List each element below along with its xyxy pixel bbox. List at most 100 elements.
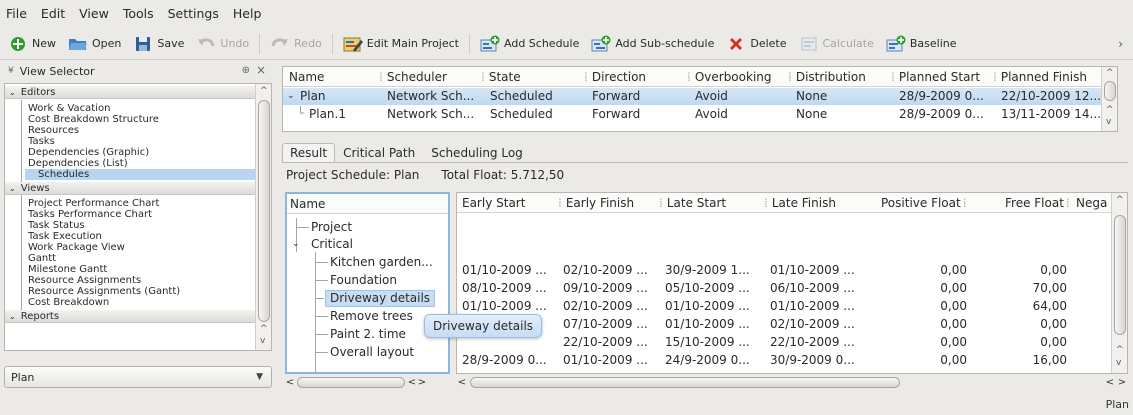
column-header-early-start[interactable]: Early Start (462, 196, 525, 210)
expand-toggle-icon[interactable]: ⌄ (287, 91, 295, 101)
vertical-scrollbar[interactable]: ^ ^ v (1111, 193, 1127, 373)
scroll-up-icon[interactable]: ^ (1106, 105, 1114, 115)
menu-file[interactable]: File (6, 6, 27, 21)
baseline-button[interactable]: Baseline (886, 35, 957, 53)
column-header-positive-float[interactable]: Positive Float ⁞ (881, 196, 967, 210)
sidebar-item-resource-assignments[interactable]: Resource Assignments (23, 275, 141, 286)
column-header-late-start[interactable]: ⁞ Late Start (659, 196, 726, 210)
close-icon[interactable]: × (256, 63, 266, 77)
scroll-up-icon[interactable]: ^ (1116, 345, 1124, 355)
scrollbar-thumb[interactable] (1114, 215, 1126, 335)
sidebar-item-resources[interactable]: Resources (23, 125, 79, 136)
table-row[interactable]: 08/10-2009 ... 09/10-2009 ... 05/10-2009… (457, 280, 1107, 297)
scrollbar-thumb[interactable] (258, 100, 270, 322)
sidebar-item-resource-assignments-gantt[interactable]: Resource Assignments (Gantt) (23, 286, 180, 297)
expand-toggle-icon[interactable]: ⌄ (292, 236, 300, 253)
edit-main-project-button[interactable]: Edit Main Project (343, 35, 459, 53)
sidebar-item-cost-breakdown[interactable]: Cost Breakdown (23, 297, 109, 308)
table-row[interactable]: 22/10-2009 ... 15/10-2009 ... 22/10-2009… (457, 334, 1107, 351)
sidebar-item-project-performance-chart[interactable]: Project Performance Chart (23, 198, 159, 209)
calculate-button[interactable]: Calculate (799, 35, 874, 53)
tree-item-critical[interactable]: Critical (311, 236, 353, 253)
table-row[interactable]: ⌄ Plan Network Sch... Scheduled Forward … (283, 88, 1117, 105)
tree-item-task[interactable]: Remove trees (330, 308, 413, 325)
column-header-planned-start[interactable]: ⁞ Planned Start (891, 70, 980, 84)
pin-icon[interactable]: ⊕ (242, 65, 250, 76)
scroll-left-icon[interactable]: < (456, 377, 468, 388)
sidebar-item-dependencies-graphic[interactable]: Dependencies (Graphic) (23, 147, 149, 158)
add-schedule-button[interactable]: Add Schedule (480, 35, 579, 53)
sidebar-item-tasks[interactable]: Tasks (23, 136, 55, 147)
table-row[interactable]: 01/10-2009 ... 02/10-2009 ... 01/10-2009… (457, 298, 1107, 315)
tree-item-task[interactable]: Kitchen garden... (330, 254, 433, 271)
column-header-early-finish[interactable]: ⁞ Early Finish (558, 196, 634, 210)
scrollbar-thumb[interactable] (1104, 81, 1116, 101)
sidebar-item-dependencies-list[interactable]: Dependencies (List) (23, 158, 128, 169)
tree-item-task[interactable]: Foundation (330, 272, 397, 289)
sidebar-item-cost-breakdown-structure[interactable]: Cost Breakdown Structure (23, 114, 159, 125)
scroll-down-icon[interactable]: v (260, 336, 265, 346)
horizontal-scrollbar[interactable]: < < > (285, 374, 450, 390)
redo-button[interactable]: Redo (270, 35, 322, 53)
result-tree-header[interactable]: Name (287, 194, 448, 214)
scroll-up-icon[interactable]: ^ (260, 86, 268, 96)
column-header-free-float[interactable]: Free Float ⁞ (1005, 196, 1070, 210)
undo-button[interactable]: Undo (196, 35, 249, 53)
table-row[interactable]: 28/9-2009 0... 01/10-2009 ... 24/9-2009 … (457, 352, 1107, 369)
tree-item-project[interactable]: Project (311, 219, 352, 236)
sidebar-item-work-package-view[interactable]: Work Package View (23, 242, 125, 253)
column-header-state[interactable]: ⁞ State (481, 70, 521, 84)
menu-tools[interactable]: Tools (123, 6, 154, 21)
scroll-right-icon[interactable]: > (1116, 377, 1128, 388)
menu-settings[interactable]: Settings (168, 6, 219, 21)
menu-edit[interactable]: Edit (41, 6, 65, 21)
column-header-direction[interactable]: ⁞ Direction (584, 70, 646, 84)
scroll-left-icon[interactable]: < (407, 377, 417, 388)
panel-float-icon[interactable]: ¥ (8, 66, 14, 76)
tab-result[interactable]: Result (282, 143, 336, 163)
column-header-overbooking[interactable]: ⁞ Overbooking (687, 70, 772, 84)
scrollbar-thumb[interactable] (297, 376, 405, 388)
scroll-right-icon[interactable]: > (417, 377, 427, 388)
table-row[interactable]: 07/10-2009 ... 01/10-2009 ... 02/10-2009… (457, 316, 1107, 333)
vertical-scrollbar[interactable]: ^ ^ v (255, 84, 271, 350)
column-header-name[interactable]: Name (289, 70, 324, 84)
column-header-negative-float[interactable]: Nega (1076, 196, 1107, 210)
horizontal-scrollbar[interactable]: < < > (456, 374, 1128, 390)
section-views[interactable]: ⌄ Views (5, 182, 255, 195)
section-reports[interactable]: ⌄ Reports (5, 310, 255, 323)
scrollbar-thumb[interactable] (470, 376, 900, 388)
schedule-combo[interactable]: Plan ▼ (4, 366, 272, 388)
sidebar-item-task-execution[interactable]: Task Execution (23, 231, 102, 242)
sidebar-item-schedules[interactable]: Schedules (25, 169, 255, 180)
column-header-scheduler[interactable]: ⁞ Scheduler (379, 70, 447, 84)
add-sub-schedule-button[interactable]: Add Sub-schedule (591, 35, 714, 53)
scroll-left-icon[interactable]: < (1104, 377, 1116, 388)
scroll-up-icon[interactable]: ^ (1116, 195, 1124, 205)
sidebar-item-tasks-performance-chart[interactable]: Tasks Performance Chart (23, 209, 152, 220)
column-header-distribution[interactable]: ⁞ Distribution (788, 70, 866, 84)
scroll-down-icon[interactable]: v (1116, 358, 1121, 368)
sidebar-item-work-vacation[interactable]: Work & Vacation (23, 103, 110, 114)
scroll-left-icon[interactable]: < (285, 377, 295, 388)
table-row[interactable]: 01/10-2009 ... 02/10-2009 ... 30/9-2009 … (457, 262, 1107, 279)
scroll-up-icon[interactable]: ^ (1106, 68, 1114, 78)
scroll-up-icon[interactable]: ^ (260, 324, 268, 334)
delete-button[interactable]: Delete (726, 35, 787, 53)
sidebar-item-milestone-gantt[interactable]: Milestone Gantt (23, 264, 107, 275)
toolbar-overflow-button[interactable]: › (1118, 37, 1123, 51)
menu-help[interactable]: Help (233, 6, 262, 21)
column-header-late-finish[interactable]: ⁞ Late Finish (764, 196, 836, 210)
menu-view[interactable]: View (79, 6, 109, 21)
column-header-planned-finish[interactable]: ⁞ Planned Finish (993, 70, 1087, 84)
new-button[interactable]: New (8, 35, 56, 53)
tree-item-task-selected[interactable]: Driveway details (325, 290, 436, 307)
save-button[interactable]: Save (133, 35, 184, 53)
open-button[interactable]: Open (68, 35, 121, 53)
table-row[interactable]: └ Plan.1 Network Sch... Scheduled Forwar… (283, 106, 1117, 123)
tree-item-task[interactable]: Overall layout (330, 344, 414, 361)
tab-scheduling-log[interactable]: Scheduling Log (423, 143, 531, 163)
tree-item-task[interactable]: Paint 2. time (330, 326, 406, 343)
sidebar-item-task-status[interactable]: Task Status (23, 220, 85, 231)
tab-critical-path[interactable]: Critical Path (335, 143, 423, 163)
